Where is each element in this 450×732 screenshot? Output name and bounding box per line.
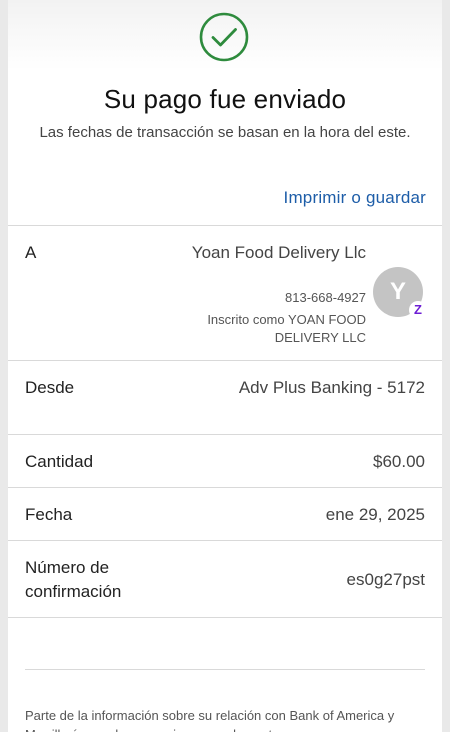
divider bbox=[8, 617, 442, 618]
divider bbox=[8, 360, 442, 361]
disclaimer-text: Parte de la información sobre su relació… bbox=[25, 708, 395, 732]
zelle-icon: Z bbox=[409, 301, 427, 319]
date-value: ene 29, 2025 bbox=[325, 505, 425, 524]
from-account-value: Adv Plus Banking - 5172 bbox=[238, 378, 425, 397]
confirmation-number: es0g27pst bbox=[346, 570, 425, 589]
print-or-save-link[interactable]: Imprimir o guardar bbox=[284, 188, 426, 208]
date-label: Fecha bbox=[25, 505, 73, 524]
amount-label: Cantidad bbox=[25, 452, 94, 471]
divider bbox=[8, 487, 442, 488]
check-circle-icon bbox=[199, 12, 249, 62]
amount-value: $60.00 bbox=[373, 452, 425, 471]
divider bbox=[8, 225, 442, 226]
recipient-registered-name: Inscrito como YOAN FOOD DELIVERY LLC bbox=[207, 312, 366, 345]
recipient-label: A bbox=[25, 243, 37, 262]
confirmation-label: Número de confirmación bbox=[25, 558, 122, 601]
divider bbox=[8, 434, 442, 435]
page-title: Su pago fue enviado bbox=[103, 84, 347, 114]
payment-confirmation-card: Su pago fue enviado Las fechas de transa… bbox=[8, 0, 442, 732]
divider bbox=[8, 540, 442, 541]
from-label: Desde bbox=[25, 378, 75, 397]
timezone-note: Las fechas de transacción se basan en la… bbox=[39, 124, 411, 141]
recipient-phone: 813-668-4927 bbox=[285, 290, 366, 305]
footer-divider bbox=[25, 669, 425, 670]
recipient-name: Yoan Food Delivery Llc bbox=[191, 243, 366, 262]
